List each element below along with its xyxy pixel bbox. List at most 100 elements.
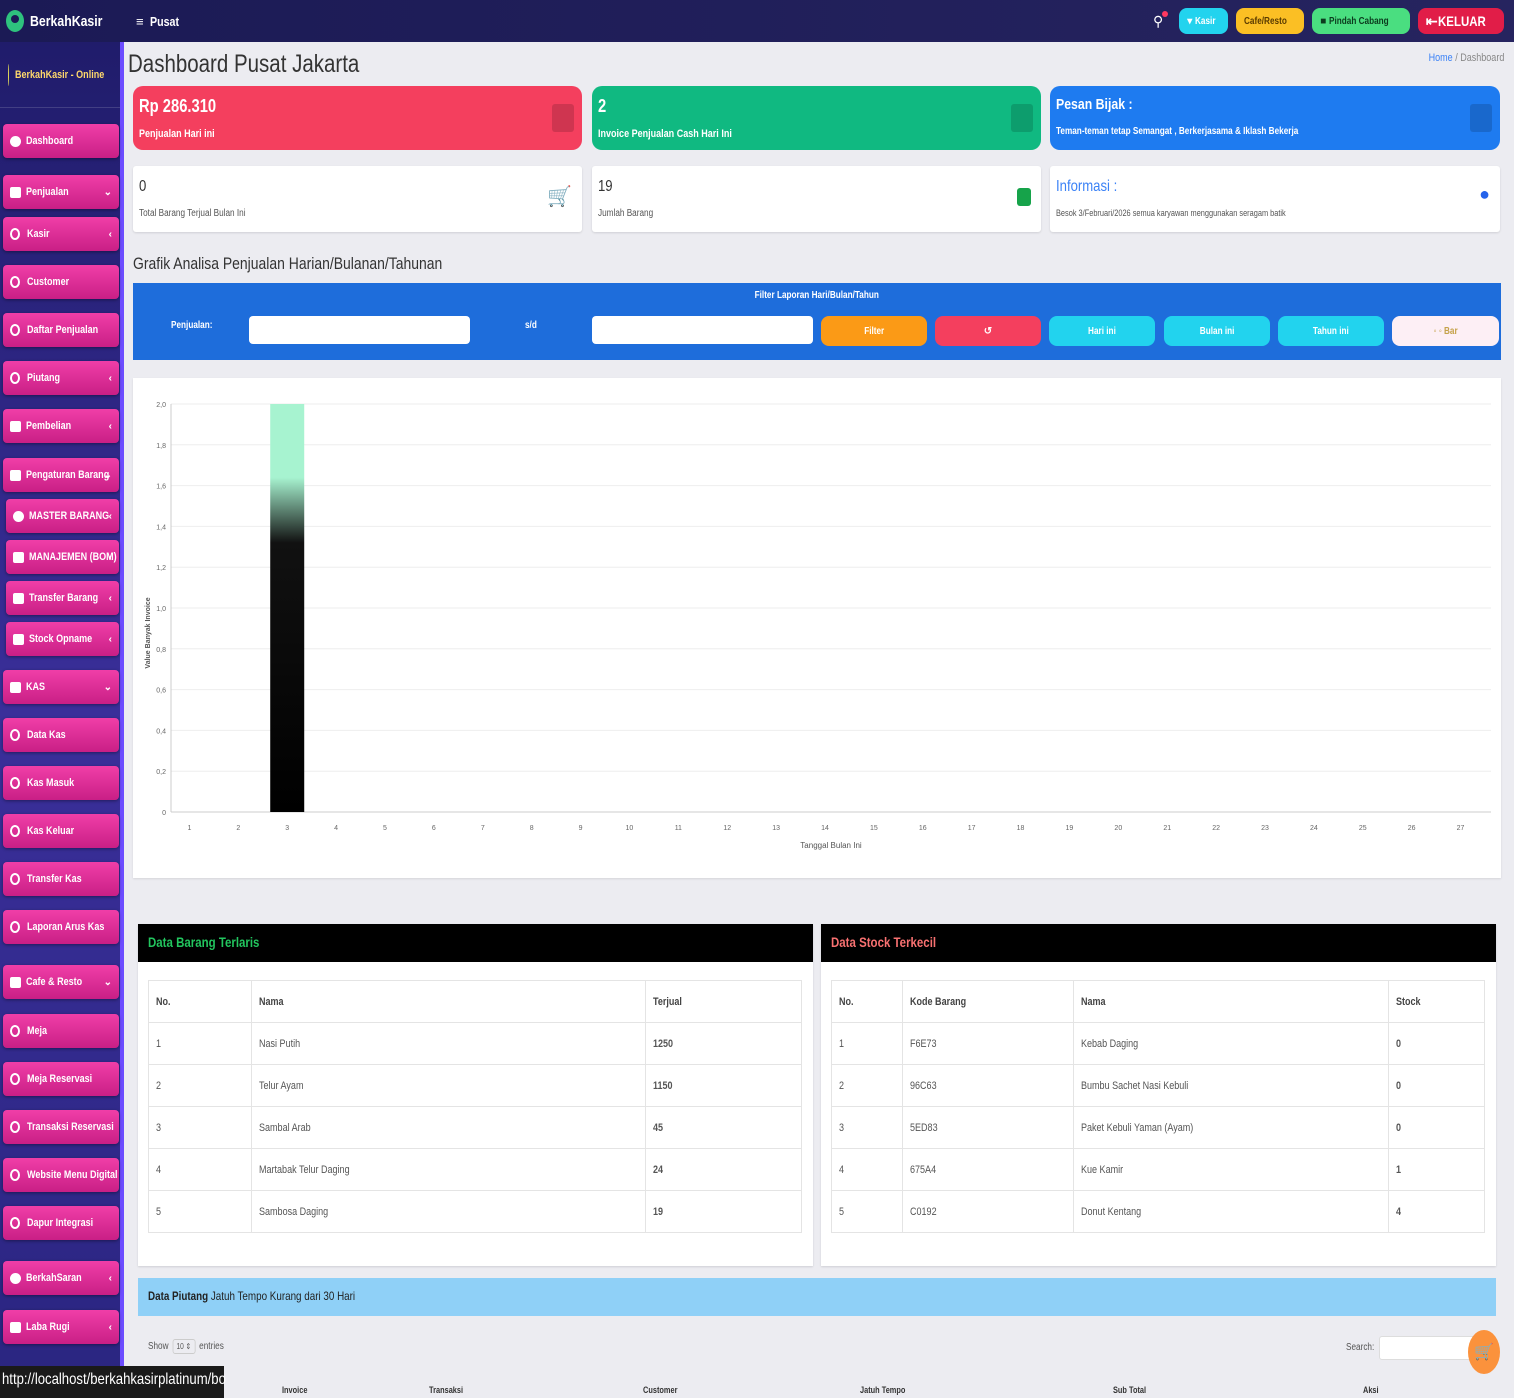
- chart-bar[interactable]: [270, 404, 305, 812]
- date-to-input[interactable]: [592, 316, 813, 344]
- sidebar-item-transaksi-reservasi[interactable]: Transaksi Reservasi: [3, 1110, 119, 1144]
- sidebar-item-kasir[interactable]: Kasir ‹: [3, 217, 119, 251]
- notification-dot: [1162, 10, 1169, 17]
- chart-x-tick-label: 4: [334, 825, 338, 832]
- column-header[interactable]: No.: [148, 980, 252, 1023]
- chevron-down-icon: ⌄: [103, 469, 112, 481]
- kasir-button[interactable]: ▾ Kasir: [1179, 8, 1229, 34]
- column-header[interactable]: Aksi: [1363, 1385, 1443, 1398]
- sidebar-item-transfer-kas[interactable]: Transfer Kas: [3, 862, 119, 896]
- page-title-text: Dashboard Pusat Jakarta: [128, 50, 360, 78]
- column-header[interactable]: Stock: [1388, 980, 1485, 1023]
- sidebar-item-pembelian[interactable]: Pembelian ‹: [3, 409, 119, 443]
- cart-icon: [10, 186, 21, 198]
- sidebar-item-meja[interactable]: Meja: [3, 1014, 119, 1048]
- column-header-label: Sub Total: [1113, 1385, 1147, 1395]
- sidebar-item-kas[interactable]: KAS ⌄: [3, 670, 119, 704]
- sidebar-item-meja-reservasi[interactable]: Meja Reservasi: [3, 1062, 119, 1096]
- cart-fab[interactable]: 🛒: [1468, 1330, 1500, 1374]
- column-header[interactable]: Sub Total: [1113, 1385, 1363, 1398]
- sidebar-item-piutang[interactable]: Piutang ‹: [3, 361, 119, 395]
- barang-terlaris-card: Data Barang Terlaris No. Nama Terjual 1 N…: [138, 924, 813, 1266]
- breadcrumb-home[interactable]: Home: [1428, 52, 1452, 64]
- sidebar-item-transfer-barang[interactable]: Transfer Barang ‹: [6, 581, 119, 615]
- sidebar-item-data-kas[interactable]: Data Kas: [3, 718, 119, 752]
- table-cell: 4: [148, 1148, 252, 1191]
- sales-chart-card: 0 0,2 0,4 0,6 0,8 1,0 1,2 1,4 1,6 1,8 2,0 12345678…: [133, 378, 1501, 878]
- sidebar-item-laporan-arus-kas[interactable]: Laporan Arus Kas: [3, 910, 119, 944]
- entries-select[interactable]: 10 ⇕: [172, 1339, 196, 1354]
- column-header[interactable]: Nama: [1073, 980, 1389, 1023]
- chevron-left-icon: ‹: [108, 420, 112, 432]
- table-cell: 4: [831, 1148, 903, 1191]
- table-cell-text: 24: [653, 1163, 664, 1176]
- column-header[interactable]: Jatuh Tempo: [860, 1385, 1113, 1398]
- sidebar-item-label: Daftar Penjualan: [27, 324, 99, 336]
- table-cell-text: Kue Kamir: [1081, 1163, 1124, 1176]
- table-cell: Martabak Telur Daging: [251, 1148, 646, 1191]
- sidebar-item-penjualan[interactable]: Penjualan ⌄: [3, 175, 119, 209]
- chart-y-tick-label: 0,8: [156, 647, 166, 654]
- column-header[interactable]: No.: [831, 980, 903, 1023]
- cafe-resto-button[interactable]: Cafe/Resto: [1236, 8, 1305, 34]
- sidebar-item-master-barang[interactable]: MASTER BARANG ‹: [6, 499, 119, 533]
- table-cell-text: 1: [839, 1037, 845, 1050]
- hari-ini-button[interactable]: Hari ini: [1049, 316, 1155, 346]
- table-cell: Kue Kamir: [1073, 1148, 1389, 1191]
- circle-icon: [10, 921, 20, 933]
- sidebar-item-manajemen-bom[interactable]: MANAJEMEN (BOM) ‹: [6, 540, 119, 574]
- menu-toggle[interactable]: ≡ Pusat: [136, 14, 185, 29]
- chart-y-tick-label: 1,4: [156, 524, 166, 531]
- table-cell-text: 1250: [653, 1037, 674, 1050]
- stock-terkecil-table: No. Kode Barang Nama Stock 1 F6E73 Kebab D…: [831, 980, 1485, 1233]
- table-cell: Donut Kentang: [1073, 1190, 1389, 1233]
- sidebar-item-label: Customer: [27, 276, 70, 288]
- sidebar-item-website-menu-digital[interactable]: Website Menu Digital: [3, 1158, 119, 1192]
- tahun-ini-button[interactable]: Tahun ini: [1278, 316, 1384, 346]
- reset-button[interactable]: ↺: [935, 316, 1041, 346]
- sidebar-item-daftar-penjualan[interactable]: Daftar Penjualan: [3, 313, 119, 347]
- circle-icon: [10, 324, 20, 336]
- sidebar-edge: [120, 42, 124, 1398]
- column-header[interactable]: Kode Barang: [902, 980, 1074, 1023]
- sidebar-item-label: Transfer Kas: [27, 873, 82, 885]
- filter-button[interactable]: Filter: [821, 316, 927, 346]
- breadcrumb-separator: /: [1454, 52, 1458, 64]
- sidebar-item-dashboard[interactable]: Dashboard: [3, 124, 119, 158]
- sidebar-item-dapur-integrasi[interactable]: Dapur Integrasi: [3, 1206, 119, 1240]
- table-cell: Nasi Putih: [251, 1022, 646, 1065]
- sidebar-item-berkahsaran[interactable]: BerkahSaran ‹: [3, 1261, 119, 1295]
- sidebar-item-stock-opname[interactable]: Stock Opname ‹: [6, 622, 119, 656]
- brand[interactable]: BerkahKasir: [0, 0, 124, 42]
- sidebar-item-customer[interactable]: Customer: [3, 265, 119, 299]
- chart-y-tick-label: 2,0: [156, 402, 166, 409]
- table-cell-text: 5ED83: [910, 1121, 938, 1134]
- circle-icon: [10, 1121, 20, 1133]
- table-cell: Sambal Arab: [251, 1106, 646, 1149]
- hari-ini-label: Hari ini: [1088, 325, 1116, 337]
- sidebar-item-cafe-resto[interactable]: Cafe & Resto ⌄: [3, 965, 119, 999]
- sidebar-item-kas-keluar[interactable]: Kas Keluar: [3, 814, 119, 848]
- column-header[interactable]: Invoice: [252, 1385, 429, 1398]
- chevron-left-icon: ‹: [108, 372, 112, 384]
- table-cell: 19: [645, 1190, 802, 1233]
- sidebar-item-pengaturan-barang[interactable]: Pengaturan Barang ⌄: [3, 458, 119, 492]
- date-from-input[interactable]: [249, 316, 470, 344]
- notification-bell-icon[interactable]: ⚲: [1153, 10, 1169, 30]
- column-header[interactable]: Customer: [643, 1385, 860, 1398]
- pindah-cabang-button[interactable]: ■ Pindah Cabang: [1312, 8, 1410, 34]
- bulan-ini-button[interactable]: Bulan ini: [1164, 316, 1270, 346]
- table-cell-text: 0: [1396, 1121, 1402, 1134]
- column-header[interactable]: Terjual: [645, 980, 802, 1023]
- column-header[interactable]: Transaksi: [429, 1385, 643, 1398]
- table-header-row: No. Nama Terjual: [148, 980, 802, 1023]
- user-panel[interactable]: BerkahKasir - Online: [0, 42, 124, 108]
- table-cell: 0: [1388, 1064, 1485, 1107]
- column-header[interactable]: Nama: [251, 980, 646, 1023]
- chart-y-tick-label: 0: [162, 810, 166, 817]
- column-header-label: Nama: [1081, 995, 1106, 1008]
- logout-button[interactable]: ⇤ KELUAR: [1417, 8, 1504, 34]
- sidebar-item-kas-masuk[interactable]: Kas Masuk: [3, 766, 119, 800]
- chart-type-button[interactable]: ◦ ◦ Bar: [1392, 316, 1499, 346]
- sidebar-item-laba-rugi[interactable]: Laba Rugi ‹: [3, 1310, 119, 1344]
